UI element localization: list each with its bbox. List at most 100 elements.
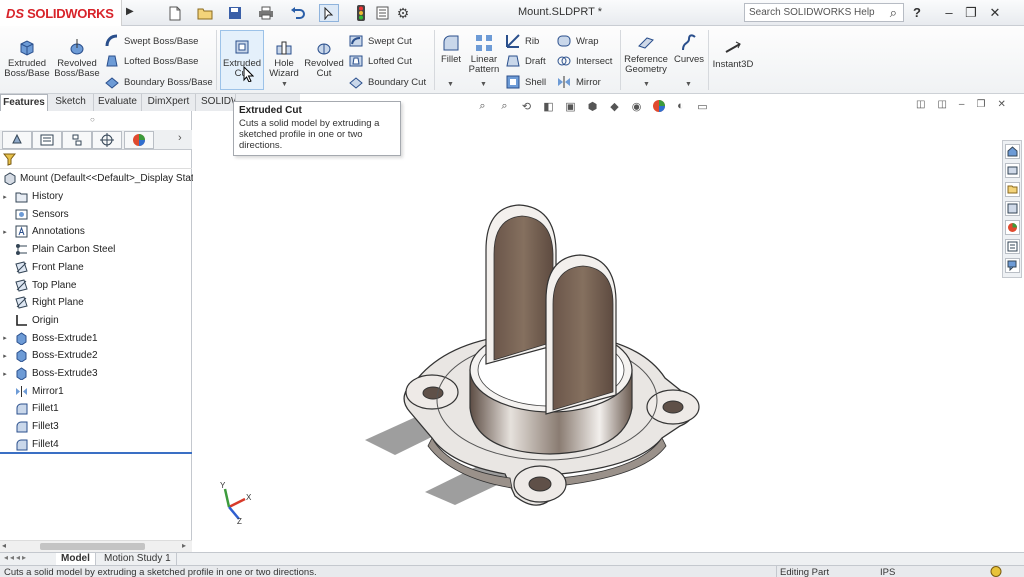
dynamic-annotation-icon[interactable]: ▣ — [563, 99, 578, 114]
tree-item-front-plane[interactable]: Front Plane — [0, 259, 84, 276]
edit-appearance-icon[interactable] — [651, 99, 666, 114]
intersect-button[interactable]: Intersect — [556, 53, 612, 69]
tree-expand-icon[interactable]: ▸ — [0, 228, 10, 236]
zoom-to-fit-icon[interactable]: ⌕ — [475, 99, 490, 114]
view-settings-icon[interactable]: ▭ — [695, 99, 710, 114]
panel-splitter-handle[interactable]: ○ — [90, 115, 95, 124]
solidworks-logo[interactable]: DS SOLIDWORKS — [0, 0, 122, 26]
pattern-dropdown-icon[interactable]: ▼ — [480, 81, 487, 88]
viewport-next-icon[interactable]: ◫ — [937, 99, 946, 110]
save-icon[interactable] — [225, 4, 245, 22]
section-view-icon[interactable]: ◧ — [541, 99, 556, 114]
rebuild-icon[interactable] — [353, 4, 369, 22]
fillet-dropdown-icon[interactable]: ▼ — [447, 81, 454, 88]
hide-show-items-icon[interactable]: ◉ — [629, 99, 644, 114]
tree-item-origin[interactable]: Origin — [0, 312, 59, 329]
options-gear-icon[interactable]: ⚙ — [393, 4, 413, 22]
draft-button[interactable]: Draft — [505, 53, 546, 69]
solidworks-resources-icon[interactable] — [1005, 144, 1020, 159]
reference-geometry-dropdown-icon[interactable]: ▼ — [643, 81, 650, 88]
linear-pattern-button[interactable]: Linear Pattern — [466, 33, 502, 75]
tree-item-history[interactable]: ▸ History — [0, 188, 63, 205]
feature-manager-tab-icon[interactable] — [2, 131, 32, 149]
tab-dimxpert[interactable]: DimXpert — [142, 94, 196, 111]
minimize-icon[interactable]: – — [940, 4, 958, 22]
rollback-bar[interactable] — [0, 452, 192, 454]
design-library-icon[interactable] — [1005, 163, 1020, 178]
tab-features[interactable]: Features — [0, 94, 48, 111]
revolved-cut-button[interactable]: Revolved Cut — [304, 37, 344, 79]
curves-button[interactable]: Curves — [672, 33, 706, 65]
tab-solidworks-addins[interactable]: SOLIDW — [196, 94, 236, 111]
curves-dropdown-icon[interactable]: ▼ — [685, 81, 692, 88]
menu-expand-icon[interactable]: ▶ — [126, 6, 134, 17]
tree-filter-bar[interactable] — [0, 152, 192, 169]
forum-icon[interactable] — [1005, 258, 1020, 273]
file-properties-icon[interactable] — [373, 4, 391, 22]
tree-expand-icon[interactable]: ▸ — [0, 352, 10, 360]
tree-expand-icon[interactable]: ▸ — [0, 334, 10, 342]
custom-properties-icon[interactable] — [1005, 239, 1020, 254]
display-style-icon[interactable]: ◆ — [607, 99, 622, 114]
boundary-boss-button[interactable]: Boundary Boss/Base — [104, 74, 213, 90]
property-manager-tab-icon[interactable] — [32, 131, 62, 149]
instant3d-button[interactable]: Instant3D — [712, 38, 754, 70]
tree-root-part[interactable]: Mount (Default<<Default>_Display State — [0, 170, 199, 187]
tree-expand-icon[interactable]: ▸ — [0, 193, 10, 201]
part-model-render[interactable] — [193, 111, 1024, 552]
file-explorer-icon[interactable] — [1005, 182, 1020, 197]
undo-icon[interactable] — [287, 4, 307, 22]
viewport-prev-icon[interactable]: ◫ — [916, 99, 925, 110]
wrap-button[interactable]: Wrap — [556, 33, 599, 49]
mirror-button[interactable]: Mirror — [556, 74, 601, 90]
revolved-boss-button[interactable]: Revolved Boss/Base — [54, 37, 100, 79]
tree-item-boss-extrude3[interactable]: ▸ Boss-Extrude3 — [0, 365, 98, 382]
apply-scene-icon[interactable]: ◐ — [673, 99, 688, 114]
help-button[interactable]: ? — [908, 4, 926, 22]
extruded-boss-button[interactable]: Extruded Boss/Base — [4, 37, 50, 79]
configuration-manager-tab-icon[interactable] — [62, 131, 92, 149]
scroll-right-icon[interactable]: ▸ — [182, 541, 186, 550]
search-icon[interactable]: ⌕ — [890, 5, 897, 21]
display-manager-tab-icon[interactable] — [124, 131, 154, 149]
viewport-close-icon[interactable]: ✕ — [997, 99, 1005, 110]
panel-horizontal-scrollbar[interactable]: ◂ ▸ — [0, 540, 192, 552]
panel-tabs-scroll-icon[interactable]: › — [178, 132, 182, 144]
restore-icon[interactable]: ❐ — [962, 4, 980, 22]
hole-wizard-dropdown-icon[interactable]: ▼ — [281, 81, 288, 88]
new-document-icon[interactable] — [165, 4, 185, 22]
tree-item-fillet4[interactable]: Fillet4 — [0, 436, 59, 453]
tree-item-fillet3[interactable]: Fillet3 — [0, 418, 59, 435]
lofted-cut-button[interactable]: Lofted Cut — [348, 53, 412, 69]
open-folder-icon[interactable] — [193, 4, 217, 22]
boundary-cut-button[interactable]: Boundary Cut — [348, 74, 426, 90]
previous-view-icon[interactable]: ⟲ — [519, 99, 534, 114]
status-tools-icon[interactable] — [990, 566, 1002, 577]
shell-button[interactable]: Shell — [505, 74, 546, 90]
tree-item-fillet1[interactable]: Fillet1 — [0, 400, 59, 417]
tree-item-plain-carbon-steel[interactable]: Plain Carbon Steel — [0, 241, 115, 258]
graphics-area[interactable]: X Y Z — [193, 111, 1024, 552]
scrollbar-thumb[interactable] — [40, 543, 145, 550]
view-palette-icon[interactable] — [1005, 201, 1020, 216]
print-icon[interactable] — [255, 4, 277, 22]
tab-sketch[interactable]: Sketch — [48, 94, 94, 111]
dimxpert-manager-tab-icon[interactable] — [92, 131, 122, 149]
tree-expand-icon[interactable]: ▸ — [0, 370, 10, 378]
tree-item-boss-extrude2[interactable]: ▸ Boss-Extrude2 — [0, 347, 98, 364]
appearances-icon[interactable] — [1005, 220, 1020, 235]
rib-button[interactable]: Rib — [505, 33, 539, 49]
zoom-to-area-icon[interactable]: ⌕ — [497, 99, 512, 114]
fillet-button[interactable]: Fillet — [438, 33, 464, 65]
reference-geometry-button[interactable]: Reference Geometry — [624, 33, 668, 75]
tree-item-boss-extrude1[interactable]: ▸ Boss-Extrude1 — [0, 330, 98, 347]
status-units[interactable]: IPS — [880, 567, 895, 577]
tab-scroll-arrows-icon[interactable]: ◂◂◂▸ — [4, 553, 28, 562]
swept-cut-button[interactable]: Swept Cut — [348, 33, 412, 49]
view-orientation-icon[interactable]: ⬢ — [585, 99, 600, 114]
tree-item-annotations[interactable]: ▸ Annotations — [0, 223, 85, 240]
swept-boss-button[interactable]: Swept Boss/Base — [104, 33, 198, 49]
close-icon[interactable]: ✕ — [986, 4, 1004, 22]
viewport-minimize-icon[interactable]: – — [959, 99, 965, 110]
tab-evaluate[interactable]: Evaluate — [94, 94, 142, 111]
